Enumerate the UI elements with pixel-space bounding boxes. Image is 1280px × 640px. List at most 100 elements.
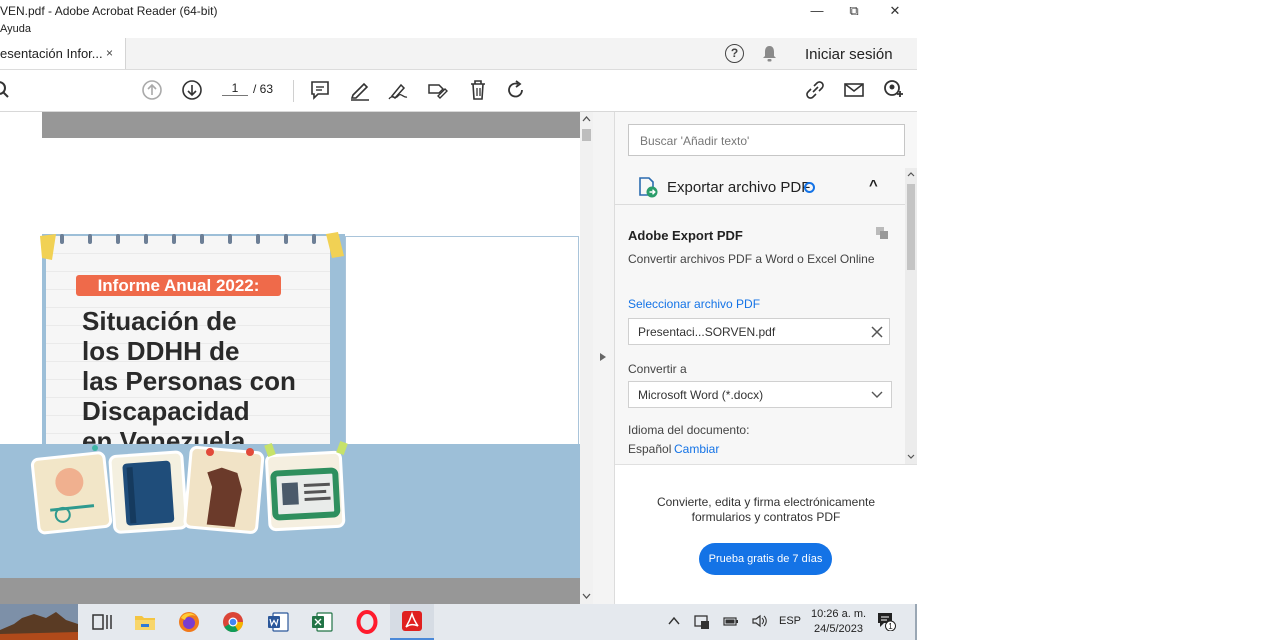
firefox-icon[interactable] [177, 610, 201, 634]
page-number-input[interactable]: 1 [222, 81, 248, 96]
delete-icon[interactable] [467, 79, 489, 101]
change-language-link[interactable]: Cambiar [674, 442, 719, 456]
signin-button[interactable]: Iniciar sesión [805, 46, 893, 63]
file-explorer-icon[interactable] [133, 610, 157, 634]
excel-icon[interactable] [310, 610, 334, 634]
tools-search-placeholder: Buscar 'Añadir texto' [640, 134, 750, 148]
cover-heading-line: Discapacidad [82, 396, 250, 426]
tools-panel: Buscar 'Añadir texto' Exportar archivo P… [615, 112, 917, 605]
acrobat-icon [402, 611, 422, 631]
help-icon[interactable]: ? [725, 44, 744, 63]
collapse-section-icon[interactable]: ^ [869, 177, 878, 194]
panel-scrollbar-thumb[interactable] [907, 184, 915, 270]
notification-center-icon: 1 [878, 613, 896, 632]
acrobat-taskbar-button[interactable] [390, 604, 434, 640]
export-pdf-header[interactable]: Exportar archivo PDF ^ [615, 168, 905, 205]
tools-search-input[interactable]: Buscar 'Añadir texto' [628, 124, 905, 156]
scroll-up-icon[interactable] [581, 114, 592, 124]
menu-bar: Ayuda [0, 21, 917, 38]
volume-icon[interactable] [751, 614, 769, 628]
convert-format-select[interactable]: Microsoft Word (*.docx) [628, 381, 892, 408]
document-language-value: Español [628, 442, 672, 456]
cover-label: Informe Anual 2022: [76, 275, 281, 296]
rotate-icon[interactable] [505, 79, 527, 101]
premium-badge-icon [804, 182, 815, 193]
tray-overflow-icon[interactable] [668, 616, 680, 626]
cover-heading: Situación de los DDHH de las Personas co… [82, 306, 296, 456]
title-bar: VEN.pdf - Adobe Acrobat Reader (64-bit) … [0, 0, 917, 21]
document-language-label: Idioma del documento: [628, 423, 750, 437]
share-user-icon[interactable] [882, 79, 904, 101]
promo-text: Convierte, edita y firma electrónicament… [615, 495, 917, 525]
promo-section: Convierte, edita y firma electrónicament… [615, 464, 917, 605]
cover-illustration-cards [30, 440, 348, 535]
tab-bar: esentación Infor... × ? Iniciar sesión [0, 38, 917, 70]
promo-text-line: formularios y contratos PDF [691, 510, 841, 524]
copy-icon[interactable] [875, 226, 889, 240]
clock-date: 24/5/2023 [814, 623, 863, 635]
clock-time: 10:26 a. m. [811, 608, 867, 620]
language-indicator[interactable]: ESP [779, 615, 801, 627]
opera-icon[interactable] [355, 610, 379, 634]
toolbar-divider [293, 80, 294, 102]
free-trial-button[interactable]: Prueba gratis de 7 días [699, 543, 832, 575]
document-scrollbar-thumb[interactable] [582, 129, 591, 141]
document-scrollbar[interactable] [580, 112, 593, 604]
toolbar: 1 / 63 [0, 70, 917, 112]
convert-format-value: Microsoft Word (*.docx) [638, 388, 764, 402]
word-icon[interactable] [266, 610, 290, 634]
previous-page-icon[interactable] [141, 79, 163, 101]
chrome-icon[interactable] [221, 610, 245, 634]
task-view-icon[interactable] [90, 610, 114, 634]
highlight-pen-icon[interactable] [349, 79, 371, 101]
panel-toggle-strip[interactable] [593, 112, 615, 604]
cover-blank-area [345, 236, 579, 472]
scroll-down-icon[interactable] [581, 591, 592, 601]
email-icon[interactable] [843, 79, 865, 101]
cover-heading-line: Situación de [82, 306, 237, 336]
search-icon[interactable] [0, 79, 14, 101]
desktop-thumbnail[interactable] [0, 604, 78, 640]
next-page-icon[interactable] [181, 79, 203, 101]
promo-text-line: Convierte, edita y firma electrónicament… [656, 495, 876, 509]
adobe-export-description: Convertir archivos PDF a Word o Excel On… [628, 252, 875, 266]
notification-count: 1 [888, 622, 893, 631]
convert-to-label: Convertir a [628, 362, 687, 376]
export-pdf-title: Exportar archivo PDF [667, 179, 811, 196]
window-title: VEN.pdf - Adobe Acrobat Reader (64-bit) [0, 4, 218, 18]
chevron-down-icon [871, 391, 883, 398]
bell-icon[interactable] [762, 45, 777, 62]
remove-file-icon[interactable] [871, 326, 883, 338]
panel-scroll-up-icon[interactable] [906, 170, 916, 179]
taskbar-edge [915, 604, 917, 640]
close-window-button[interactable]: ✕ [875, 0, 915, 21]
draw-signature-icon[interactable] [387, 79, 409, 101]
adobe-export-title: Adobe Export PDF [628, 228, 743, 243]
battery-icon[interactable] [723, 615, 739, 627]
selected-file-name: Presentaci...SORVEN.pdf [638, 325, 776, 339]
page-edge [0, 112, 42, 138]
clock[interactable]: 10:26 a. m. 24/5/2023 [811, 607, 866, 637]
notepad-rings [40, 232, 344, 260]
expand-panel-icon[interactable] [599, 352, 607, 362]
panel-scrollbar[interactable] [905, 168, 917, 464]
notifications-button[interactable]: 1 [876, 611, 896, 636]
document-viewport[interactable]: Informe Anual 2022: Situación de los DDH… [0, 112, 580, 604]
cover-heading-line: las Personas con [82, 366, 296, 396]
page-total: / 63 [253, 82, 274, 96]
select-file-link[interactable]: Seleccionar archivo PDF [628, 297, 760, 311]
minimize-button[interactable]: — [797, 0, 837, 21]
panel-scroll-down-icon[interactable] [906, 452, 916, 461]
export-pdf-icon [639, 177, 658, 198]
tab-close-icon[interactable]: × [106, 46, 113, 60]
selected-file-field: Presentaci...SORVEN.pdf [628, 318, 890, 345]
document-tab[interactable]: esentación Infor... × [0, 38, 126, 69]
pdf-page: Informe Anual 2022: Situación de los DDH… [0, 138, 580, 578]
maximize-button[interactable]: ⧉ [834, 0, 874, 21]
menu-help[interactable]: Ayuda [0, 23, 31, 35]
comment-icon[interactable] [309, 79, 331, 101]
meet-now-icon[interactable] [694, 614, 710, 630]
document-tab-label: esentación Infor... [0, 46, 103, 61]
share-link-icon[interactable] [804, 79, 826, 101]
edit-text-icon[interactable] [427, 79, 449, 101]
